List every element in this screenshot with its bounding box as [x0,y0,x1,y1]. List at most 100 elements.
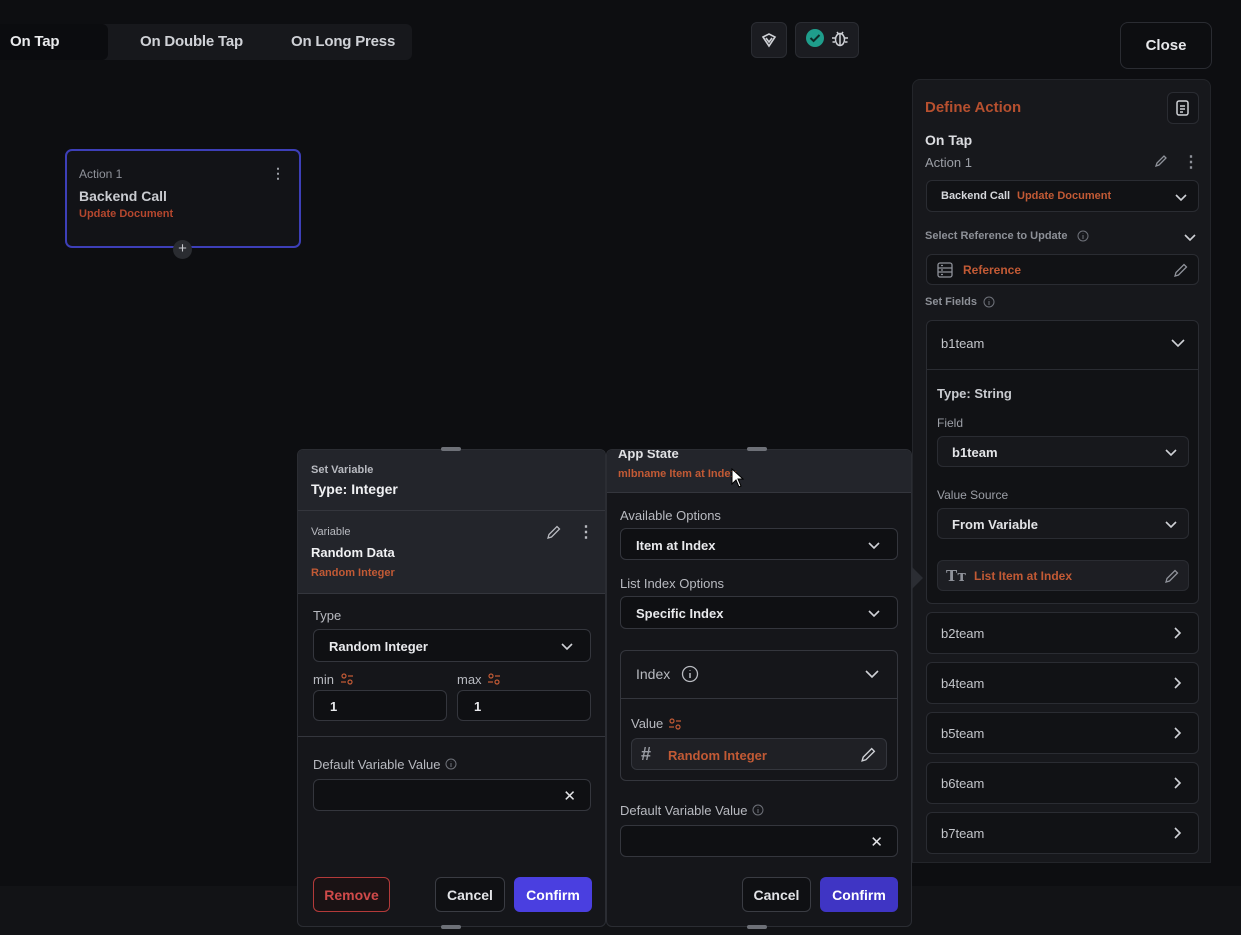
trigger-tabs: On Tap On Double Tap On Long Press [0,24,412,60]
max-label: max [457,672,482,687]
field-row[interactable]: b7team [926,812,1199,854]
field-type: Type: String [937,386,1012,401]
clear-icon[interactable]: ✕ [563,787,576,805]
notes-icon[interactable] [1167,92,1199,124]
edit-icon[interactable] [546,524,562,540]
field-name: b1team [941,336,985,351]
tab-on-tap[interactable]: On Tap [0,24,108,60]
drag-handle[interactable] [441,925,461,929]
list-index-select[interactable]: Specific Index [620,596,898,629]
value-source-value: From Variable [952,517,1038,532]
field-row[interactable]: b5team [926,712,1199,754]
action-card[interactable]: Action 1 Backend Call Update Document ⋮ [65,149,301,248]
drag-handle[interactable] [747,925,767,929]
database-icon [937,262,953,278]
max-value: 1 [474,699,482,714]
index-section: Index Value # Random Integer [620,650,898,781]
type-value: Random Integer [329,639,428,654]
confirm-button[interactable]: Confirm [514,877,592,912]
settings-sliders-icon[interactable] [340,672,354,686]
type-label: Type [313,608,342,623]
field-row[interactable]: b6team [926,762,1199,804]
remove-button[interactable]: Remove [313,877,390,912]
info-icon [983,296,995,308]
action-label: Action 1 [925,155,972,170]
available-options-select[interactable]: Item at Index [620,528,898,560]
settings-sliders-icon[interactable] [668,717,682,731]
action-type-select[interactable]: Backend Call Update Document [926,180,1199,212]
chevron-down-icon [868,610,880,618]
variable-label: Variable [311,526,351,538]
more-vertical-icon[interactable]: ⋮ [578,522,594,542]
tab-on-long-press[interactable]: On Long Press [291,24,395,60]
edit-icon[interactable] [1173,262,1189,278]
drag-handle[interactable] [747,447,767,451]
variable-name: Random Data [311,545,395,560]
value-field[interactable]: # Random Integer [631,738,887,770]
clear-icon[interactable]: ✕ [870,833,883,851]
min-label: min [313,672,334,687]
drag-handle[interactable] [441,447,461,451]
value-label: Value [631,716,664,731]
edit-icon[interactable] [860,746,877,763]
edit-icon[interactable] [1164,568,1180,584]
chevron-right-icon [1174,827,1182,839]
cancel-button[interactable]: Cancel [742,877,811,912]
default-value-label: Default Variable Value [620,803,748,818]
mouse-cursor-icon [731,468,745,488]
field-row[interactable]: b4team [926,662,1199,704]
bug-icon[interactable] [830,28,850,53]
variable-field[interactable]: Tт List Item at Index [937,560,1189,591]
chevron-right-icon [1174,677,1182,689]
info-icon [445,758,457,770]
action-card-label: Action 1 [79,167,123,181]
index-label: Index [636,666,671,682]
app-state-title: App State [618,449,679,461]
set-fields-label: Set Fields [925,296,977,308]
available-options-value: Item at Index [636,538,716,553]
chevron-down-icon [1165,521,1177,529]
edit-icon[interactable] [1154,154,1168,173]
variable-sub: Random Integer [311,567,395,579]
chevron-down-icon [868,542,880,550]
chevron-down-icon[interactable] [1183,230,1197,244]
settings-sliders-icon[interactable] [487,672,501,686]
field-row[interactable]: b2team [926,612,1199,654]
value-source-select[interactable]: From Variable [937,508,1189,539]
app-state-dialog: App State mlbname Item at Index Availabl… [606,449,912,927]
dialog-header-small: Set Variable [311,464,374,476]
add-action-button[interactable]: + [173,240,192,259]
field-select-value: b1team [952,445,998,460]
chevron-down-icon [1165,449,1177,457]
reference-value: Reference [963,263,1022,277]
field-select[interactable]: b1team [937,436,1189,467]
define-action-title: Define Action [925,99,1022,116]
min-input[interactable]: 1 [313,690,447,721]
action-type-value: Backend Call [941,190,1011,202]
max-input[interactable]: 1 [457,690,591,721]
dialog-header-title: Type: Integer [311,481,398,497]
cancel-button[interactable]: Cancel [435,877,505,912]
value-field-value: Random Integer [668,748,767,763]
confirm-button[interactable]: Confirm [820,877,898,912]
default-value-input[interactable]: ✕ [620,825,898,857]
chevron-down-icon[interactable] [864,666,880,682]
more-vertical-icon[interactable]: ⋮ [271,165,285,182]
flutter-icon[interactable] [751,22,787,58]
check-circle-icon[interactable] [805,28,825,53]
chevron-down-icon[interactable] [1170,335,1186,351]
type-select[interactable]: Random Integer [313,629,591,662]
close-button[interactable]: Close [1120,22,1212,69]
define-action-panel: Define Action On Tap Action 1 ⋮ Backend … [912,79,1211,863]
chevron-right-icon [1174,777,1182,789]
app-state-sub: mlbname Item at Index [618,468,737,480]
tab-on-double-tap[interactable]: On Double Tap [140,24,243,60]
action-card-title: Backend Call [79,188,167,204]
default-value-input[interactable]: ✕ [313,779,591,811]
info-icon [1077,230,1089,242]
reference-field[interactable]: Reference [926,254,1199,285]
action-subtype-value: Update Document [1017,190,1112,202]
chevron-down-icon [561,643,573,651]
more-vertical-icon[interactable]: ⋮ [1183,152,1199,172]
field-row[interactable] [926,862,1199,863]
